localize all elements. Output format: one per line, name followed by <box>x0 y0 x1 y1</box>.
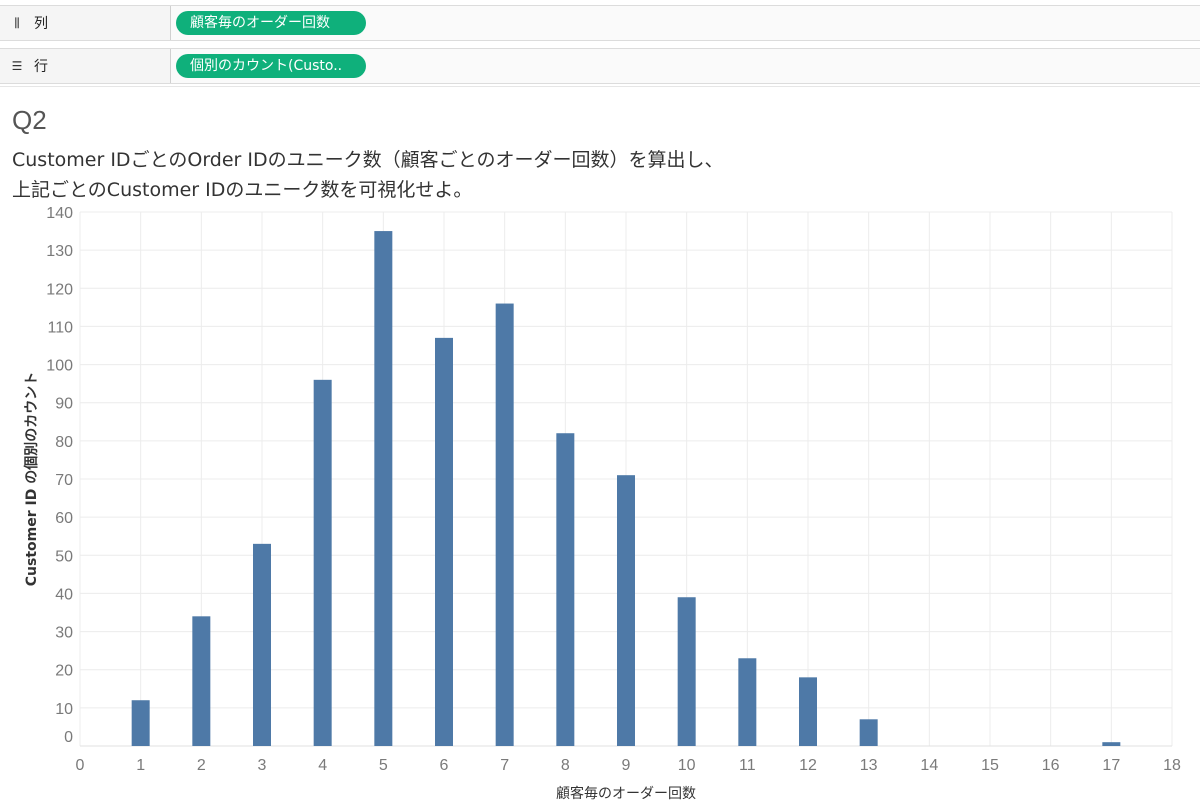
y-tick-label: 50 <box>55 548 73 565</box>
bar[interactable] <box>738 658 757 746</box>
x-tick-label: 9 <box>622 757 631 774</box>
y-tick-label: 130 <box>46 243 73 260</box>
y-tick-label: 60 <box>55 510 73 527</box>
bar[interactable] <box>1102 742 1121 746</box>
y-tick-label: 20 <box>55 663 73 680</box>
bar[interactable] <box>435 337 453 746</box>
bar-chart: 0102030405060708090100110120130140 01234… <box>23 205 1181 802</box>
x-tick-label: 15 <box>981 757 999 774</box>
bar[interactable] <box>192 616 211 746</box>
x-tick-label: 16 <box>1042 757 1060 774</box>
x-tick-label: 10 <box>678 757 696 774</box>
x-tick-label: 1 <box>136 757 145 774</box>
y-tick-label: 10 <box>55 701 73 718</box>
y-tick-label: 100 <box>46 358 73 375</box>
x-tick-label: 18 <box>1163 757 1181 774</box>
bar[interactable] <box>495 303 514 746</box>
y-tick-label: 0 <box>64 729 73 746</box>
x-tick-label: 12 <box>799 757 817 774</box>
x-axis-ticks: 0 1 2 3 4 5 6 7 8 9 10 11 12 13 14 15 16 17 18 <box>76 757 1181 774</box>
bar[interactable] <box>374 231 393 747</box>
x-tick-label: 4 <box>318 757 327 774</box>
x-tick-label: 17 <box>1102 757 1120 774</box>
x-tick-label: 5 <box>379 757 388 774</box>
bar[interactable] <box>617 475 635 746</box>
y-tick-label: 30 <box>55 625 73 642</box>
x-tick-label: 2 <box>197 757 206 774</box>
x-axis-title: 顧客毎のオーダー回数 <box>556 785 696 802</box>
x-tick-label: 3 <box>258 757 267 774</box>
x-tick-label: 6 <box>440 757 449 774</box>
bar[interactable] <box>859 719 878 746</box>
bar[interactable] <box>253 543 271 746</box>
y-tick-label: 70 <box>55 472 73 489</box>
x-tick-label: 11 <box>739 757 756 774</box>
y-tick-label: 80 <box>55 434 73 451</box>
y-axis-ticks: 0 10 20 30 40 50 60 70 80 90 100 110 120 130 140 <box>46 205 73 746</box>
bar[interactable] <box>799 677 817 746</box>
bar[interactable] <box>677 597 696 746</box>
y-tick-label: 90 <box>55 396 73 413</box>
x-tick-label: 0 <box>76 757 85 774</box>
bar[interactable] <box>556 433 575 746</box>
y-tick-label: 110 <box>47 319 73 336</box>
x-tick-label: 7 <box>500 757 509 774</box>
x-tick-label: 13 <box>860 757 878 774</box>
x-tick-label: 14 <box>920 757 938 774</box>
y-axis-title: Customer ID の個別のカウント <box>23 372 40 586</box>
y-tick-label: 140 <box>46 205 73 222</box>
bar[interactable] <box>131 700 150 746</box>
x-tick-label: 8 <box>561 757 570 774</box>
bar[interactable] <box>313 379 332 746</box>
y-tick-label: 40 <box>55 586 73 603</box>
y-tick-label: 120 <box>46 281 73 298</box>
